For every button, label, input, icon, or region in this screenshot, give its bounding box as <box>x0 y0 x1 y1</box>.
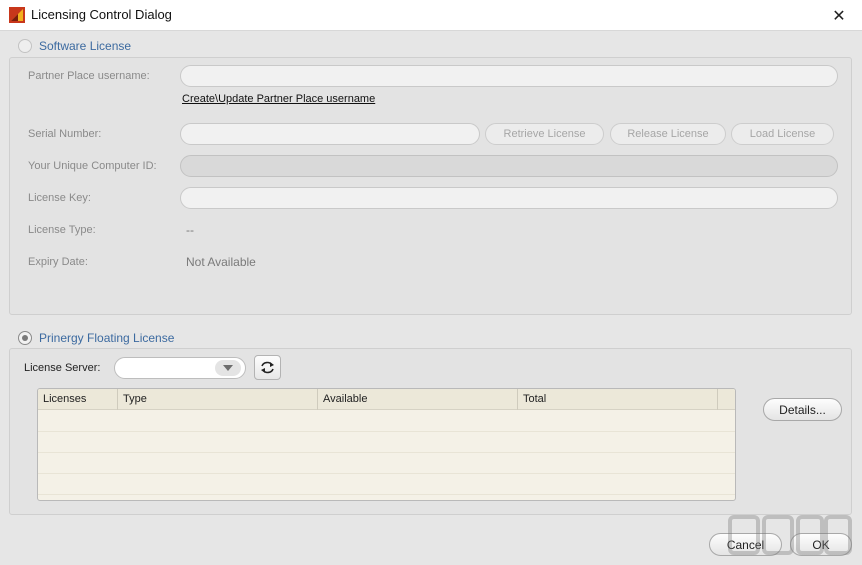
app-logo-icon <box>9 7 25 23</box>
software-license-label[interactable]: Software License <box>39 39 131 53</box>
computer-id-field <box>180 155 838 177</box>
table-row <box>38 474 735 495</box>
expiry-date-value: Not Available <box>186 255 256 269</box>
column-header-type[interactable]: Type <box>118 389 318 410</box>
serial-number-input[interactable] <box>180 123 480 145</box>
refresh-server-button[interactable] <box>254 355 281 380</box>
license-server-dropdown[interactable] <box>114 357 246 379</box>
table-row <box>38 411 735 432</box>
expiry-date-label: Expiry Date: <box>28 256 88 268</box>
column-header-licenses[interactable]: Licenses <box>38 389 118 410</box>
release-license-button[interactable]: Release License <box>610 123 726 145</box>
retrieve-license-button[interactable]: Retrieve License <box>485 123 604 145</box>
license-key-input[interactable] <box>180 187 838 209</box>
license-table: Licenses Type Available Total <box>37 388 736 501</box>
column-header-available[interactable]: Available <box>318 389 518 410</box>
license-type-value: -- <box>186 223 194 237</box>
license-server-label: License Server: <box>24 362 101 374</box>
title-bar: Licensing Control Dialog ✕ <box>0 0 862 31</box>
floating-license-label[interactable]: Prinergy Floating License <box>39 331 174 345</box>
computer-id-label: Your Unique Computer ID: <box>28 160 157 172</box>
load-license-button[interactable]: Load License <box>731 123 834 145</box>
watermark-logo <box>728 515 852 555</box>
partner-username-link[interactable]: Create\Update Partner Place username <box>182 93 375 105</box>
license-type-label: License Type: <box>28 224 96 236</box>
software-license-radio[interactable] <box>18 39 32 53</box>
close-icon: ✕ <box>832 7 846 25</box>
software-license-group <box>9 57 852 315</box>
details-button[interactable]: Details... <box>763 398 842 421</box>
license-key-label: License Key: <box>28 192 91 204</box>
partner-username-label: Partner Place username: <box>28 70 150 82</box>
table-row <box>38 453 735 474</box>
table-row <box>38 432 735 453</box>
refresh-icon <box>261 361 274 374</box>
close-button[interactable]: ✕ <box>816 0 862 31</box>
window-title: Licensing Control Dialog <box>31 7 172 22</box>
column-header-total[interactable]: Total <box>518 389 718 410</box>
floating-license-radio[interactable] <box>18 331 32 345</box>
partner-username-input[interactable] <box>180 65 838 87</box>
chevron-down-icon <box>215 360 241 376</box>
serial-number-label: Serial Number: <box>28 128 102 140</box>
table-header: Licenses Type Available Total <box>38 389 735 410</box>
